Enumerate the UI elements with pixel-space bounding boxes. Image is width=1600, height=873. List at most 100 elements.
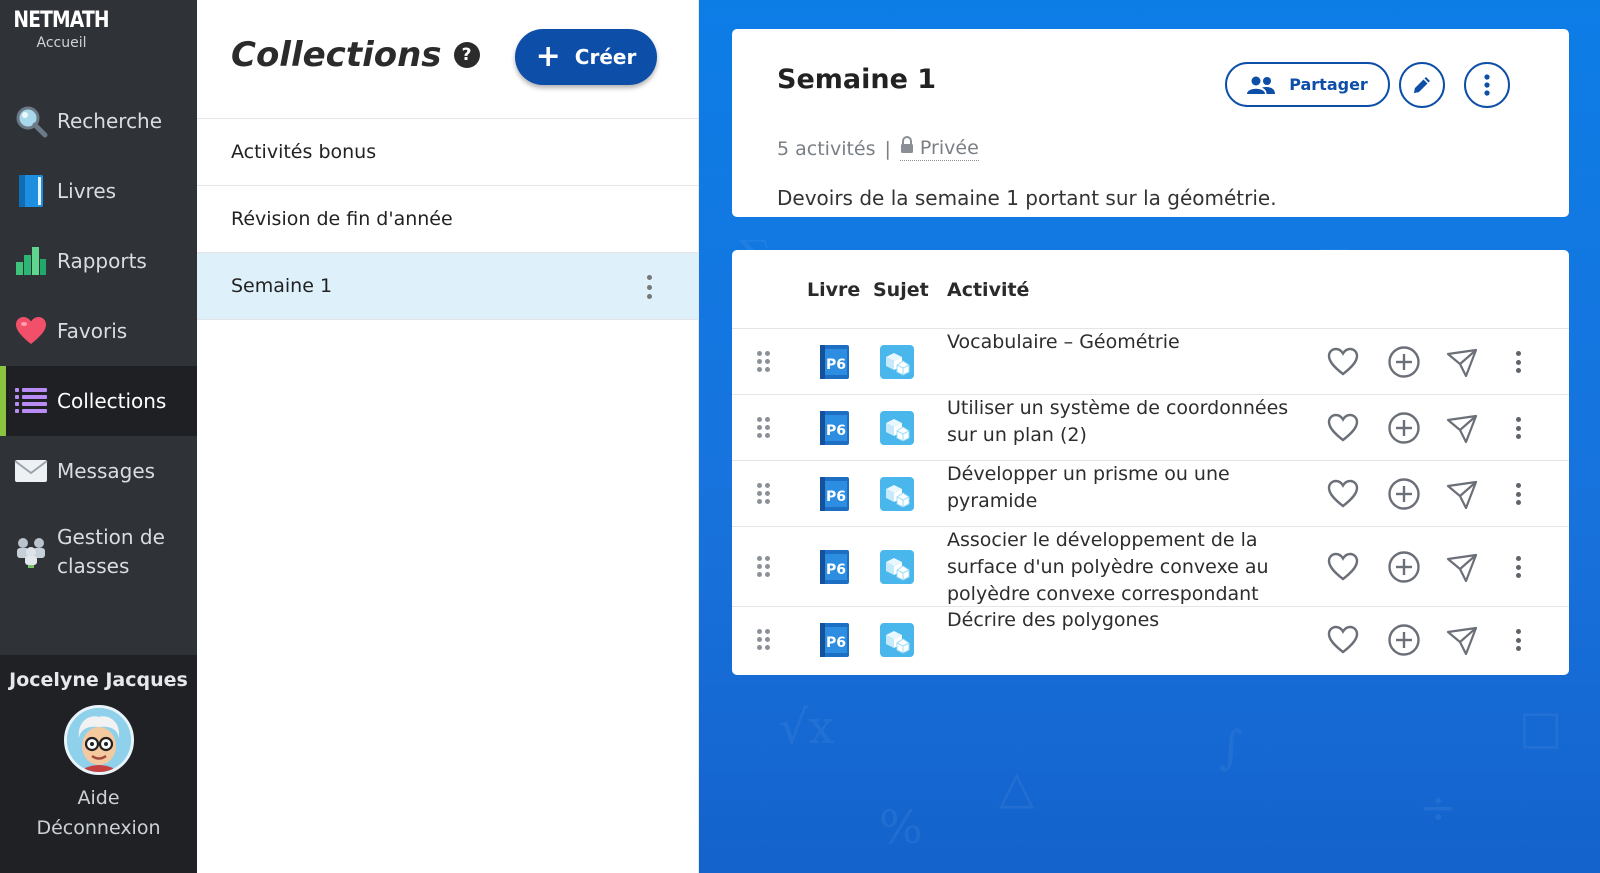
table-header: Livre Sujet Activité <box>732 250 1569 329</box>
meta-separator: | <box>884 137 891 160</box>
row-menu-icon[interactable] <box>1515 351 1521 373</box>
drag-handle-icon[interactable] <box>757 629 771 651</box>
row-menu-icon[interactable] <box>1515 556 1521 578</box>
nav-label-classes: Gestion de classes <box>57 525 165 578</box>
home-link[interactable]: NETMATH Accueil <box>0 8 123 51</box>
collection-menu-icon[interactable] <box>645 275 653 299</box>
nav-label-favorites: Favoris <box>57 318 128 343</box>
nav-label-collections: Collections <box>57 388 167 413</box>
collection-item[interactable]: Activités bonus <box>197 119 698 186</box>
favorite-heart-icon[interactable] <box>1327 625 1359 659</box>
activity-title[interactable]: Vocabulaire – Géométrie <box>947 329 1317 356</box>
page-title: Collections ? <box>231 35 480 75</box>
netmath-logo: NETMATH <box>13 8 110 33</box>
row-menu-icon[interactable] <box>1515 483 1521 505</box>
main-nav: Recherche Livres Rapports Favoris Collec… <box>0 86 197 598</box>
book-code: P6 <box>826 489 846 505</box>
share-button[interactable]: Partager <box>1225 62 1390 107</box>
collections-panel: Collections ? + Créer Activités bonus Ré… <box>197 0 699 873</box>
add-circle-icon[interactable] <box>1388 346 1420 382</box>
add-circle-icon[interactable] <box>1388 551 1420 587</box>
favorite-heart-icon[interactable] <box>1327 552 1359 586</box>
favorite-heart-icon[interactable] <box>1327 479 1359 513</box>
nav-label-books: Livres <box>57 178 117 203</box>
nav-item-classes[interactable]: Gestion de classes <box>0 506 197 598</box>
collection-item-label: Activités bonus <box>231 141 377 163</box>
activity-title[interactable]: Développer un prisme ou une pyramide <box>947 461 1317 515</box>
send-icon[interactable] <box>1446 414 1478 448</box>
row-menu-icon[interactable] <box>1515 629 1521 651</box>
drag-handle-icon[interactable] <box>757 556 771 578</box>
help-icon[interactable]: ? <box>453 42 480 68</box>
nav-item-search[interactable]: Recherche <box>0 86 197 156</box>
nav-item-books[interactable]: Livres <box>0 156 197 226</box>
book-icon[interactable]: P6 <box>820 623 849 657</box>
more-options-button[interactable] <box>1464 62 1510 108</box>
send-icon[interactable] <box>1446 348 1478 382</box>
book-icon[interactable]: P6 <box>820 345 849 379</box>
favorite-heart-icon[interactable] <box>1327 413 1359 447</box>
send-icon[interactable] <box>1446 480 1478 514</box>
drag-handle-icon[interactable] <box>757 483 771 505</box>
background-doodle: ∫ <box>1219 720 1243 774</box>
table-row[interactable]: P6 Associer le développement de la surfac… <box>732 527 1569 607</box>
privacy-label: Privée <box>919 136 979 159</box>
collection-title: Semaine 1 <box>777 64 937 95</box>
activity-title[interactable]: Associer le développement de la surface … <box>947 527 1317 608</box>
geometry-solids-icon[interactable] <box>880 411 914 445</box>
nav-item-messages[interactable]: Messages <box>0 436 197 506</box>
book-code: P6 <box>826 357 846 373</box>
background-doodle: √x <box>779 700 835 754</box>
edit-button[interactable] <box>1399 62 1445 108</box>
table-row[interactable]: P6 Décrire des polygones <box>732 607 1569 673</box>
geometry-solids-icon[interactable] <box>880 623 914 657</box>
favorite-heart-icon[interactable] <box>1327 347 1359 381</box>
lock-icon <box>900 136 914 159</box>
table-row[interactable]: P6 Utiliser un système de coordonnées sur… <box>732 395 1569 461</box>
drag-handle-icon[interactable] <box>757 351 771 373</box>
logout-link[interactable]: Déconnexion <box>0 817 197 839</box>
table-row[interactable]: P6 Vocabulaire – Géométrie <box>732 329 1569 395</box>
pencil-icon <box>1414 77 1430 93</box>
background-doodle: ÷ <box>1419 780 1458 834</box>
collection-meta: 5 activités | Privée <box>777 136 979 161</box>
header-activity: Activité <box>947 279 1030 301</box>
collection-info-card: Semaine 1 5 activités | Privée Devoirs d… <box>732 29 1569 217</box>
add-circle-icon[interactable] <box>1388 412 1420 448</box>
page-title-text: Collections <box>231 35 442 75</box>
avatar[interactable] <box>63 705 134 775</box>
header-subject: Sujet <box>873 279 929 301</box>
drag-handle-icon[interactable] <box>757 417 771 439</box>
send-icon[interactable] <box>1446 626 1478 660</box>
add-circle-icon[interactable] <box>1388 624 1420 660</box>
nav-label-search: Recherche <box>57 108 163 133</box>
collection-description: Devoirs de la semaine 1 portant sur la g… <box>777 186 1277 210</box>
background-doodle: □ <box>1519 700 1563 754</box>
nav-item-favorites[interactable]: Favoris <box>0 296 197 366</box>
collection-item[interactable]: Révision de fin d'année <box>197 186 698 253</box>
activity-title[interactable]: Décrire des polygones <box>947 607 1317 634</box>
nav-item-reports[interactable]: Rapports <box>0 226 197 296</box>
send-icon[interactable] <box>1446 553 1478 587</box>
row-menu-icon[interactable] <box>1515 417 1521 439</box>
bar-chart-icon <box>14 244 48 278</box>
book-icon[interactable]: P6 <box>820 477 849 511</box>
activity-title[interactable]: Utiliser un système de coordonnées sur u… <box>947 395 1317 449</box>
create-button[interactable]: + Créer <box>515 29 657 85</box>
home-label: Accueil <box>36 35 87 51</box>
geometry-solids-icon[interactable] <box>880 550 914 584</box>
activities-table: Livre Sujet Activité P6 Vocabulaire – Géo… <box>732 250 1569 675</box>
geometry-solids-icon[interactable] <box>880 345 914 379</box>
help-link[interactable]: Aide <box>0 787 197 809</box>
privacy-toggle[interactable]: Privée <box>899 136 979 161</box>
book-icon[interactable]: P6 <box>820 550 849 584</box>
geometry-solids-icon[interactable] <box>880 477 914 511</box>
book-icon[interactable]: P6 <box>820 411 849 445</box>
list-icon <box>14 384 48 418</box>
collection-item-selected[interactable]: Semaine 1 <box>197 253 698 320</box>
add-circle-icon[interactable] <box>1388 478 1420 514</box>
kebab-icon <box>1484 74 1490 96</box>
table-row[interactable]: P6 Développer un prisme ou une pyramide <box>732 461 1569 527</box>
nav-item-collections[interactable]: Collections <box>0 366 197 436</box>
collection-item-label: Semaine 1 <box>231 275 333 297</box>
